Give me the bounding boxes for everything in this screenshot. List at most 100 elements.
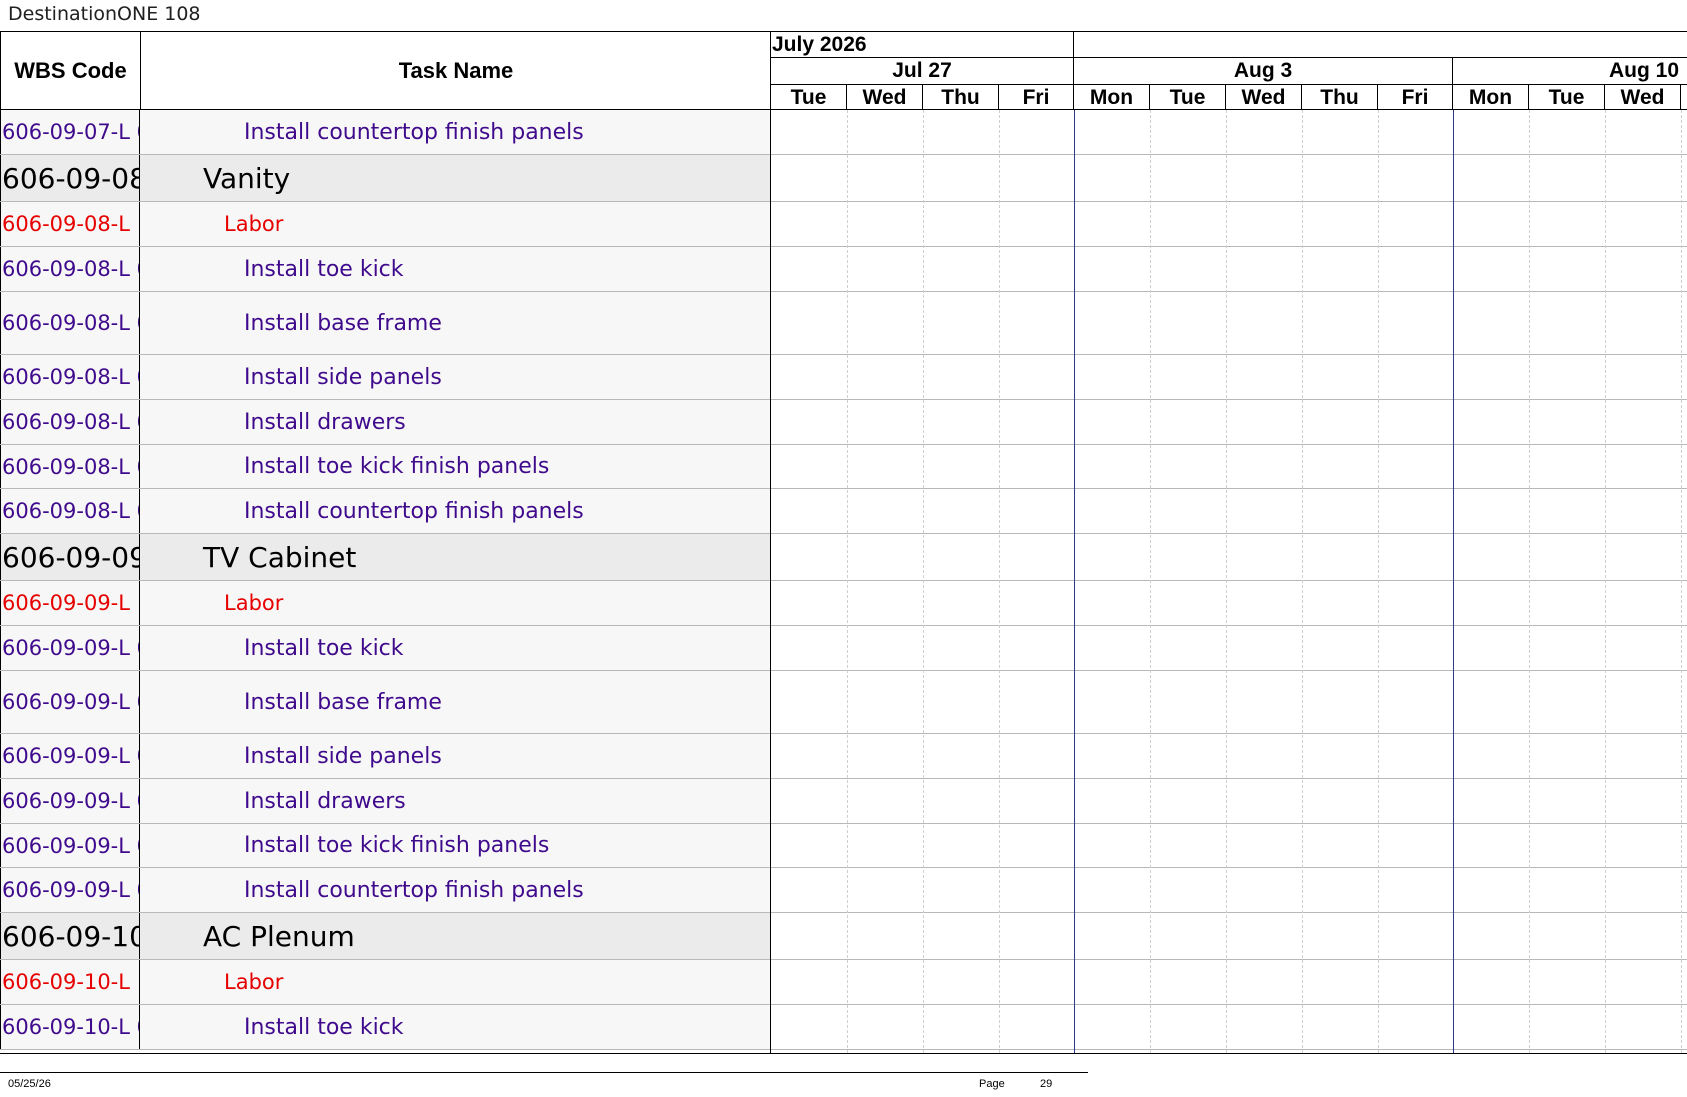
task-name-cell[interactable]: Install drawers xyxy=(140,400,770,444)
gantt-row[interactable] xyxy=(771,155,1687,202)
wbs-code-cell[interactable]: 606-09-08-L 0 xyxy=(0,400,140,444)
wbs-code-cell[interactable]: 606-09-09-L 0 xyxy=(0,824,140,867)
day-label: Wed xyxy=(847,85,923,109)
day-gridline xyxy=(847,110,848,1053)
task-name-cell[interactable]: AC Plenum xyxy=(140,913,770,959)
group-row[interactable]: 606-09-10 AC Plenum xyxy=(0,913,770,960)
task-name-cell[interactable]: Install countertop finish panels xyxy=(140,489,770,533)
labor-row[interactable]: 606-09-10-L Labor xyxy=(0,960,770,1005)
task-row[interactable]: 606-09-07-L 0 Install countertop finish p… xyxy=(0,110,770,155)
task-name-cell[interactable]: Labor xyxy=(140,202,770,246)
task-row[interactable]: 606-09-08-L 0 Install toe kick finish pan… xyxy=(0,445,770,489)
gantt-row[interactable] xyxy=(771,110,1687,155)
gantt-row[interactable] xyxy=(771,913,1687,960)
task-row[interactable]: 606-09-09-L 0 Install toe kick finish pan… xyxy=(0,824,770,868)
gantt-row[interactable] xyxy=(771,489,1687,534)
task-name-cell[interactable]: Install countertop finish panels xyxy=(140,868,770,912)
task-name-cell[interactable]: Labor xyxy=(140,960,770,1004)
wbs-code-cell[interactable]: 606-09-08-L 0 xyxy=(0,355,140,399)
day-label: Wed xyxy=(1226,85,1302,109)
day-gridline xyxy=(1226,110,1227,1053)
wbs-code-cell[interactable]: 606-09-10 xyxy=(0,913,140,959)
task-row[interactable]: 606-09-08-L 0 Install drawers xyxy=(0,400,770,445)
wbs-code-cell[interactable]: 606-09-08-L 0 xyxy=(0,445,140,488)
day-row: Tue Wed Thu Fri Mon Tue Wed Thu Fri Mon … xyxy=(771,85,1687,109)
task-row[interactable]: 606-09-10-L 0 Install toe kick xyxy=(0,1005,770,1050)
task-name-cell[interactable]: Install toe kick xyxy=(140,1005,770,1049)
gantt-chart-area[interactable] xyxy=(770,110,1687,1053)
task-row[interactable]: 606-09-08-L 0 Install side panels xyxy=(0,355,770,400)
task-name-cell[interactable]: Install toe kick finish panels xyxy=(140,824,770,867)
task-name-cell[interactable]: Install toe kick finish panels xyxy=(140,445,770,488)
task-table-header: WBS Code Task Name xyxy=(0,31,770,110)
task-row[interactable]: 606-09-08-L 0 Install base frame xyxy=(0,292,770,355)
task-row[interactable]: 606-09-09-L 0 Install toe kick xyxy=(0,626,770,671)
wbs-code-cell[interactable]: 606-09-08-L xyxy=(0,202,140,246)
gantt-row[interactable] xyxy=(771,824,1687,868)
gantt-row[interactable] xyxy=(771,400,1687,445)
wbs-code-cell[interactable]: 606-09-09-L 0 xyxy=(0,779,140,823)
gantt-row[interactable] xyxy=(771,734,1687,779)
wbs-code-cell[interactable]: 606-09-08-L 0 xyxy=(0,292,140,354)
task-name-cell[interactable]: Install side panels xyxy=(140,355,770,399)
task-name-cell[interactable]: Install toe kick xyxy=(140,247,770,291)
group-row[interactable]: 606-09-09 TV Cabinet xyxy=(0,534,770,581)
task-row[interactable]: 606-09-09-L 0 Install drawers xyxy=(0,779,770,824)
week-label: Aug 3 xyxy=(1074,58,1453,84)
task-row[interactable]: 606-09-09-L 0 Install side panels xyxy=(0,734,770,779)
gantt-row[interactable] xyxy=(771,779,1687,824)
wbs-code-cell[interactable]: 606-09-07-L 0 xyxy=(0,110,140,154)
task-row[interactable]: 606-09-08-L 0 Install toe kick xyxy=(0,247,770,292)
day-label: Mon xyxy=(1453,85,1529,109)
day-gridline xyxy=(1605,110,1606,1053)
wbs-code-column-header[interactable]: WBS Code xyxy=(1,32,141,109)
wbs-code-cell[interactable]: 606-09-10-L xyxy=(0,960,140,1004)
gantt-row[interactable] xyxy=(771,534,1687,581)
day-label: Mon xyxy=(1074,85,1150,109)
gantt-row[interactable] xyxy=(771,626,1687,671)
wbs-code-cell[interactable]: 606-09-09-L 0 xyxy=(0,734,140,778)
day-gridline xyxy=(999,110,1000,1053)
gantt-row[interactable] xyxy=(771,671,1687,734)
gantt-row[interactable] xyxy=(771,247,1687,292)
gantt-row[interactable] xyxy=(771,445,1687,489)
wbs-code-cell[interactable]: 606-09-10-L 0 xyxy=(0,1005,140,1049)
day-gridline xyxy=(1150,110,1151,1053)
wbs-code-cell[interactable]: 606-09-08 xyxy=(0,155,140,201)
timeline-header: July 2026 Jul 27 Aug 3 Aug 10 Tue Wed Th… xyxy=(770,31,1687,110)
gantt-row[interactable] xyxy=(771,202,1687,247)
task-name-cell[interactable]: TV Cabinet xyxy=(140,534,770,580)
group-row[interactable]: 606-09-08 Vanity xyxy=(0,155,770,202)
gantt-row[interactable] xyxy=(771,960,1687,1005)
wbs-code-cell[interactable]: 606-09-09 xyxy=(0,534,140,580)
wbs-code-cell[interactable]: 606-09-09-L 0 xyxy=(0,868,140,912)
task-name-cell[interactable]: Labor xyxy=(140,581,770,625)
wbs-code-cell[interactable]: 606-09-09-L 0 xyxy=(0,671,140,733)
week-row: Jul 27 Aug 3 Aug 10 xyxy=(771,58,1687,85)
day-gridline xyxy=(1681,110,1682,1053)
task-row[interactable]: 606-09-08-L 0 Install countertop finish p… xyxy=(0,489,770,534)
labor-row[interactable]: 606-09-09-L Labor xyxy=(0,581,770,626)
task-name-cell[interactable]: Install drawers xyxy=(140,779,770,823)
task-name-cell[interactable]: Vanity xyxy=(140,155,770,201)
gantt-row[interactable] xyxy=(771,1005,1687,1050)
task-name-cell[interactable]: Install countertop finish panels xyxy=(140,110,770,154)
task-row[interactable]: 606-09-09-L 0 Install base frame xyxy=(0,671,770,734)
gantt-row[interactable] xyxy=(771,581,1687,626)
gantt-row[interactable] xyxy=(771,868,1687,913)
wbs-code-cell[interactable]: 606-09-08-L 0 xyxy=(0,247,140,291)
day-label: Thu xyxy=(923,85,999,109)
wbs-code-cell[interactable]: 606-09-09-L 0 xyxy=(0,626,140,670)
gantt-row[interactable] xyxy=(771,355,1687,400)
labor-row[interactable]: 606-09-08-L Labor xyxy=(0,202,770,247)
wbs-code-cell[interactable]: 606-09-09-L xyxy=(0,581,140,625)
day-gridline xyxy=(1378,110,1379,1053)
task-name-cell[interactable]: Install base frame xyxy=(140,292,770,354)
gantt-row[interactable] xyxy=(771,292,1687,355)
wbs-code-cell[interactable]: 606-09-08-L 0 xyxy=(0,489,140,533)
task-name-cell[interactable]: Install side panels xyxy=(140,734,770,778)
task-row[interactable]: 606-09-09-L 0 Install countertop finish p… xyxy=(0,868,770,913)
task-name-cell[interactable]: Install base frame xyxy=(140,671,770,733)
task-name-column-header[interactable]: Task Name xyxy=(141,32,771,109)
task-name-cell[interactable]: Install toe kick xyxy=(140,626,770,670)
